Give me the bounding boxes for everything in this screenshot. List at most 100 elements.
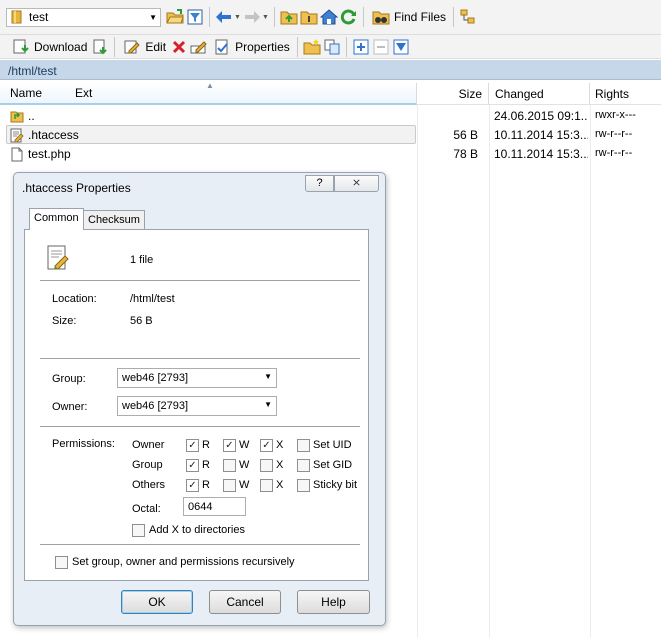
help-button[interactable]: Help [297,590,370,614]
dialog-title: .htaccess Properties [22,181,131,195]
sort-ascending-icon: ▲ [206,81,214,90]
set-gid-label: Set GID [313,459,353,471]
open-folder-icon[interactable] [165,7,185,27]
tab-checksum[interactable]: Checksum [83,210,145,230]
file-changed: 10.11.2014 15:3... [494,147,588,161]
file-row-test-php[interactable]: test.php 78 B 10.11.2014 15:3... rw-r--r… [0,144,661,163]
properties-icon [212,37,232,57]
cancel-button[interactable]: Cancel [209,590,281,614]
dialog-close-button[interactable]: ⨯ [334,175,379,192]
perm-write-label: W [239,459,250,471]
perm-owner-write-checkbox[interactable]: ✓ [223,439,236,452]
column-changed-label: Changed [495,86,544,101]
download-options-icon[interactable] [90,37,110,57]
chevron-down-icon: ▼ [264,400,272,409]
filter-icon[interactable] [185,7,205,27]
perm-owner-label: Owner [132,439,165,451]
dialog-help-button[interactable]: ? [305,175,334,192]
group-label: Group: [52,373,86,385]
perm-group-exec-checkbox[interactable] [260,459,273,472]
sticky-bit-checkbox[interactable] [297,479,310,492]
octal-input[interactable]: 0644 [183,497,246,516]
recursive-checkbox[interactable] [55,556,68,569]
question-icon: ? [316,177,323,189]
toolbar-separator [209,7,210,27]
file-name: .htaccess [28,128,79,142]
perm-owner-exec-checkbox[interactable]: ✓ [260,439,273,452]
divider [40,358,360,359]
toolbar-separator [274,7,275,27]
toolbar-separator [345,36,347,57]
find-files-label: Find Files [394,10,447,24]
copy-to-icon[interactable] [322,37,342,57]
column-header-rights[interactable]: Rights [590,83,661,105]
properties-dialog: .htaccess Properties ? ⨯ Common Checksum… [13,172,386,626]
forward-arrow-icon [242,7,262,27]
file-toolbar: Download Edit Properties [0,35,661,59]
column-header-name[interactable]: ▲ Name Ext [0,81,417,105]
size-value: 56 B [130,315,153,327]
perm-others-read-checkbox[interactable]: ✓ [186,479,199,492]
perm-group-read-checkbox[interactable]: ✓ [186,459,199,472]
toolbar-separator [453,7,455,27]
add-x-label: Add X to directories [149,524,245,536]
owner-select[interactable]: web46 [2793] ▼ [117,396,277,416]
file-row-htaccess[interactable]: .htaccess 56 B 10.11.2014 15:3... rw-r--… [0,125,661,144]
column-header-size[interactable]: Size [417,83,489,105]
binoculars-icon [371,7,391,27]
column-header-changed[interactable]: Changed [489,83,590,105]
ok-button[interactable]: OK [121,590,193,614]
refresh-icon[interactable] [339,7,359,27]
rename-icon[interactable] [189,37,209,57]
text-file-large-icon [46,245,70,271]
edit-icon [122,37,142,57]
file-size: 78 B [453,147,478,161]
perm-others-write-checkbox[interactable] [223,479,236,492]
delete-icon[interactable] [169,37,189,57]
download-icon [11,37,31,57]
toolbar-separator [363,7,364,27]
filter-mask-icon[interactable] [391,37,411,57]
home-icon[interactable] [319,7,339,27]
set-uid-checkbox[interactable] [297,439,310,452]
download-label: Download [34,39,88,54]
edit-label: Edit [145,39,167,54]
perm-others-label: Others [132,479,166,491]
root-directory-icon[interactable] [299,7,319,27]
unselect-minus-icon [371,37,391,57]
new-folder-icon[interactable] [302,37,322,57]
column-divider [590,105,591,638]
file-changed: 10.11.2014 15:3... [494,128,588,142]
tree-view-icon[interactable] [458,7,478,27]
find-files-button[interactable]: Find Files [368,6,449,28]
column-name-label: Name [10,86,43,100]
perm-read-label: R [202,479,210,491]
owner-label: Owner: [52,401,88,413]
properties-label: Properties [235,39,290,54]
column-rights-label: Rights [595,86,630,101]
file-row-parent[interactable]: .. 24.06.2015 09:1... rwxr-x--- [0,106,661,125]
toolbar-separator [114,36,116,57]
download-button[interactable]: Download [8,36,90,58]
divider [40,544,360,545]
current-path: /html/test [0,60,661,80]
back-arrow-icon[interactable] [214,7,234,27]
tab-common[interactable]: Common [29,208,84,230]
back-history-chevron-icon[interactable]: ▼ [234,14,242,21]
folder-icon [10,7,24,27]
edit-button[interactable]: Edit [119,36,169,58]
parent-directory-icon[interactable] [279,7,299,27]
column-size-label: Size [458,86,482,101]
column-ext-label[interactable]: Ext [75,86,92,100]
select-all-plus-icon[interactable] [351,37,371,57]
perm-group-write-checkbox[interactable] [223,459,236,472]
perm-write-label: W [239,439,250,451]
perm-others-exec-checkbox[interactable] [260,479,273,492]
location-dropdown[interactable]: test ▼ [6,7,161,27]
perm-owner-read-checkbox[interactable]: ✓ [186,439,199,452]
set-gid-checkbox[interactable] [297,459,310,472]
perm-exec-label: X [276,459,284,471]
group-select[interactable]: web46 [2793] ▼ [117,368,277,388]
add-x-to-directories-checkbox[interactable] [132,524,145,537]
properties-button[interactable]: Properties [209,36,293,58]
